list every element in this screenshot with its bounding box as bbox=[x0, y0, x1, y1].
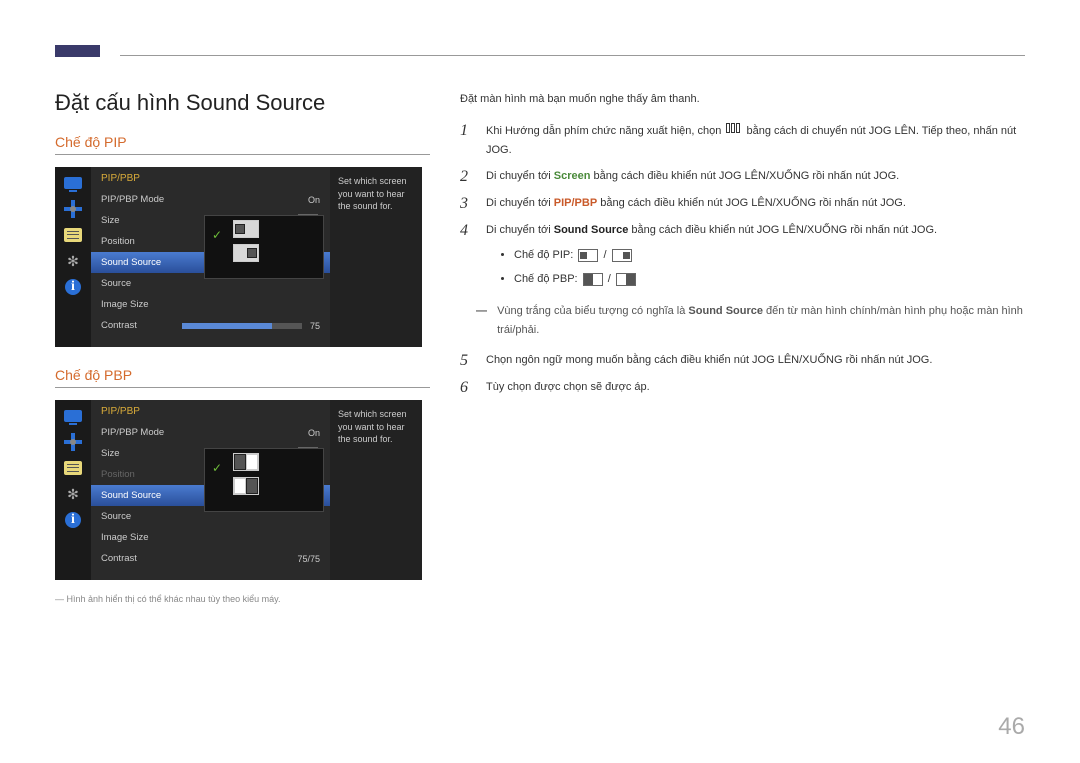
caption-note: ― Hình ảnh hiển thị có thể khác nhau tùy… bbox=[55, 594, 430, 604]
info-icon: i bbox=[61, 277, 85, 297]
dpad-icon bbox=[61, 199, 85, 219]
osd-title: PIP/PBP bbox=[91, 406, 330, 422]
pbp-option-left bbox=[233, 453, 259, 471]
sound-source-popup: ✓ bbox=[204, 448, 324, 512]
step-2: 2 Di chuyển tới Screen bằng cách điều kh… bbox=[460, 167, 1025, 188]
osd-screenshot-pbp: ✻ i PIP/PBP PIP/PBP Mode On Size Positio… bbox=[55, 400, 422, 580]
bullet-pbp: Chế độ PBP: / bbox=[514, 270, 1025, 290]
osd-label: Position bbox=[101, 236, 135, 247]
check-icon: ✓ bbox=[205, 220, 229, 250]
monitor-icon bbox=[61, 406, 85, 426]
settings-list-icon bbox=[61, 458, 85, 478]
pip-option-sub bbox=[233, 244, 259, 262]
step-5: 5 Chọn ngôn ngữ mong muốn bằng cách điều… bbox=[460, 351, 1025, 372]
osd-value: On bbox=[308, 195, 320, 205]
osd-label: PIP/PBP Mode bbox=[101, 194, 164, 205]
page-number: 46 bbox=[998, 713, 1025, 741]
osd-icon-rail: ✻ i bbox=[55, 400, 91, 580]
osd-label: Size bbox=[101, 448, 119, 459]
contrast-value: 75/75 bbox=[297, 554, 320, 564]
step-number: 5 bbox=[460, 351, 474, 372]
dpad-icon bbox=[61, 432, 85, 452]
osd-row-mode: PIP/PBP Mode On bbox=[91, 422, 330, 443]
pip-layout-icon-a bbox=[578, 249, 598, 262]
osd-label: Sound Source bbox=[101, 257, 161, 268]
osd-title: PIP/PBP bbox=[91, 173, 330, 189]
osd-hint-text: Set which screen you want to hear the so… bbox=[330, 167, 422, 347]
step-4: 4 Di chuyển tới Sound Source bằng cách đ… bbox=[460, 221, 1025, 296]
pbp-layout-icon-a bbox=[583, 273, 603, 286]
step-3: 3 Di chuyển tới PIP/PBP bằng cách điều k… bbox=[460, 194, 1025, 215]
bullet-pip: Chế độ PIP: / bbox=[514, 246, 1025, 266]
osd-label: Contrast bbox=[101, 320, 137, 331]
step-number: 1 bbox=[460, 121, 474, 161]
osd-screenshot-pip: ✻ i PIP/PBP PIP/PBP Mode On Size Positio… bbox=[55, 167, 422, 347]
osd-hint-text: Set which screen you want to hear the so… bbox=[330, 400, 422, 580]
step-number: 6 bbox=[460, 378, 474, 399]
pip-option-main bbox=[233, 220, 259, 238]
info-icon: i bbox=[61, 510, 85, 530]
step-6: 6 Tùy chọn được chọn sẽ được áp. bbox=[460, 378, 1025, 399]
monitor-icon bbox=[61, 173, 85, 193]
gear-icon: ✻ bbox=[61, 251, 85, 271]
settings-list-icon bbox=[61, 225, 85, 245]
contrast-slider: 75 bbox=[182, 321, 320, 331]
header-rule bbox=[120, 55, 1025, 56]
osd-label: Source bbox=[101, 278, 131, 289]
osd-row-mode: PIP/PBP Mode On bbox=[91, 189, 330, 210]
intro-text: Đặt màn hình mà bạn muốn nghe thấy âm th… bbox=[460, 90, 1025, 109]
sound-source-popup: ✓ bbox=[204, 215, 324, 279]
osd-label: Size bbox=[101, 215, 119, 226]
osd-label: Position bbox=[101, 469, 135, 480]
pbp-option-right bbox=[233, 477, 259, 495]
gear-icon: ✻ bbox=[61, 484, 85, 504]
pbp-layout-icon-b bbox=[616, 273, 636, 286]
step-number: 3 bbox=[460, 194, 474, 215]
note-text: ― Vùng trắng của biểu tượng có nghĩa là … bbox=[460, 302, 1025, 339]
osd-label: Source bbox=[101, 511, 131, 522]
step-1: 1 Khi Hướng dẫn phím chức năng xuất hiện… bbox=[460, 121, 1025, 161]
osd-icon-rail: ✻ i bbox=[55, 167, 91, 347]
osd-label: PIP/PBP Mode bbox=[101, 427, 164, 438]
osd-row-image-size: Image Size bbox=[91, 294, 330, 315]
step-number: 2 bbox=[460, 167, 474, 188]
osd-label: Image Size bbox=[101, 299, 149, 310]
header-block-icon bbox=[55, 45, 100, 57]
menu-icon bbox=[726, 121, 741, 141]
pip-layout-icon-b bbox=[612, 249, 632, 262]
page-title: Đặt cấu hình Sound Source bbox=[55, 90, 430, 116]
osd-row-contrast: Contrast 75/75 bbox=[91, 548, 330, 569]
pip-mode-heading: Chế độ PIP bbox=[55, 134, 430, 155]
osd-value: On bbox=[308, 428, 320, 438]
osd-row-contrast: Contrast 75 bbox=[91, 315, 330, 336]
osd-label: Contrast bbox=[101, 553, 137, 564]
osd-label: Sound Source bbox=[101, 490, 161, 501]
osd-row-image-size: Image Size bbox=[91, 527, 330, 548]
step-number: 4 bbox=[460, 221, 474, 296]
pbp-mode-heading: Chế độ PBP bbox=[55, 367, 430, 388]
header-bar bbox=[55, 45, 1025, 57]
check-icon: ✓ bbox=[205, 453, 229, 483]
osd-label: Image Size bbox=[101, 532, 149, 543]
